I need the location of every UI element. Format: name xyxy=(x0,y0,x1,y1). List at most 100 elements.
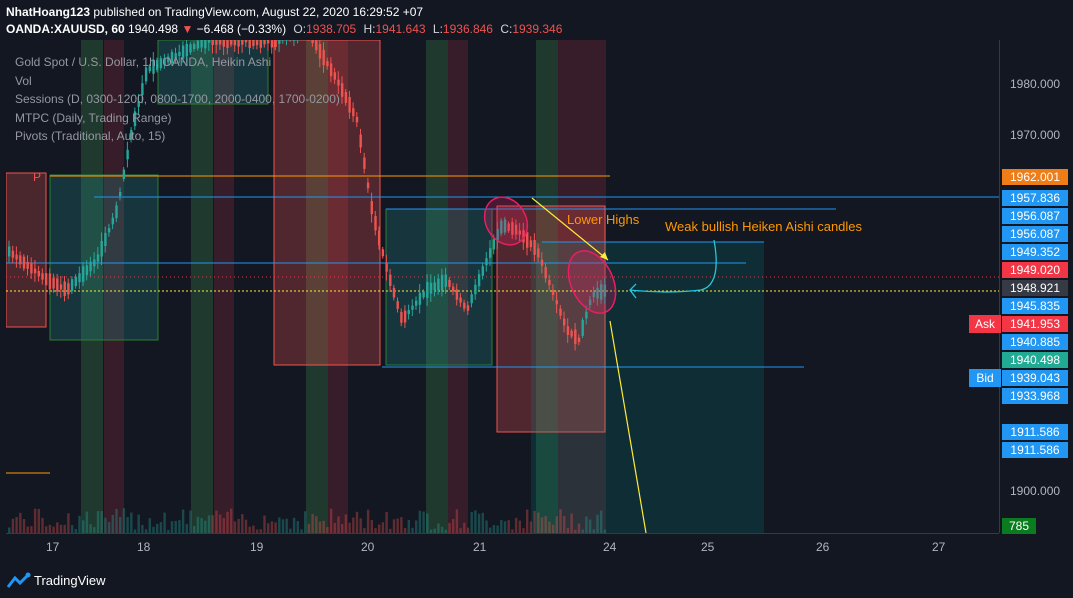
volume-bar xyxy=(529,521,533,533)
volume-bar xyxy=(111,514,114,533)
volume-bar xyxy=(415,520,418,533)
volume-bar xyxy=(15,517,18,533)
volume-bar xyxy=(540,517,544,533)
candle-body xyxy=(392,287,396,298)
symbol-name[interactable]: OANDA:XAUUSD, 60 xyxy=(6,22,125,36)
bid-label: Bid xyxy=(969,369,1001,387)
candle-body xyxy=(259,40,262,48)
price-change: −6.468 (−0.33%) xyxy=(196,22,287,36)
candle-body xyxy=(22,256,26,269)
chart-header: NhatHoang123 published on TradingView.co… xyxy=(0,0,1073,40)
candle-body xyxy=(544,267,547,279)
open-label: O: xyxy=(293,22,307,36)
candle-body xyxy=(370,201,373,215)
candle-body xyxy=(211,40,214,45)
candle-body xyxy=(292,40,296,41)
volume-bar xyxy=(156,523,159,533)
time-tick: 21 xyxy=(473,540,487,554)
candle-body xyxy=(477,274,481,287)
volume-bar xyxy=(348,522,351,533)
legend-title[interactable]: Gold Spot / U.S. Dollar, 1h, OANDA, Heik… xyxy=(15,53,340,72)
candle-body xyxy=(8,246,11,257)
candle-body xyxy=(207,40,211,43)
candle-body xyxy=(218,40,222,45)
time-tick: 24 xyxy=(603,540,617,554)
legend-pivots[interactable]: Pivots (Traditional, Auto, 15) xyxy=(15,127,340,146)
volume-bar xyxy=(244,519,248,533)
volume-bar xyxy=(448,522,451,533)
price-label: 1940.498 xyxy=(1002,352,1068,368)
candle-body xyxy=(248,40,251,48)
tradingview-logo-icon[interactable] xyxy=(6,572,32,590)
candle-body xyxy=(537,248,540,258)
volume-bar xyxy=(78,515,81,533)
candle-body xyxy=(37,270,40,277)
volume-bar xyxy=(107,522,111,533)
volume-bar xyxy=(381,522,385,533)
volume-bar xyxy=(385,512,388,533)
candle-body xyxy=(267,40,270,44)
volume-bar xyxy=(337,516,340,533)
candle-body xyxy=(233,40,237,46)
candle-body xyxy=(452,286,455,292)
volume-bar xyxy=(518,520,521,533)
volume-bar xyxy=(463,522,466,533)
candle-body xyxy=(577,337,581,342)
publisher-line: NhatHoang123 published on TradingView.co… xyxy=(6,5,423,19)
candle-body xyxy=(100,240,103,257)
candle-body xyxy=(385,263,388,272)
legend-mtpc[interactable]: MTPC (Daily, Trading Range) xyxy=(15,109,340,128)
candle-body xyxy=(270,40,274,48)
candle-body xyxy=(529,240,533,248)
volume-bar xyxy=(126,517,129,533)
candle-body xyxy=(230,40,233,45)
volume-bar xyxy=(563,516,566,533)
legend-volume[interactable]: Vol xyxy=(15,72,340,91)
volume-bar xyxy=(181,509,185,533)
brand-name[interactable]: TradingView xyxy=(34,573,106,588)
close-value: 1939.346 xyxy=(512,22,563,36)
candle-body xyxy=(311,40,314,44)
indicator-legend: Gold Spot / U.S. Dollar, 1h, OANDA, Heik… xyxy=(15,53,340,146)
candle-body xyxy=(548,279,551,286)
candle-body xyxy=(422,291,425,298)
volume-bar xyxy=(200,518,203,533)
candle-body xyxy=(440,274,444,291)
chart-pane[interactable]: Gold Spot / U.S. Dollar, 1h, OANDA, Heik… xyxy=(6,40,999,533)
candle-body xyxy=(200,40,203,48)
volume-bar xyxy=(559,509,562,533)
price-label: 785 xyxy=(1002,518,1036,534)
volume-bar xyxy=(322,520,325,533)
lower-highs-text[interactable]: Lower Highs xyxy=(567,212,639,227)
price-axis[interactable]: 1980.000 1970.000 1900.000 1962.001 1957.… xyxy=(999,40,1073,534)
volume-bar xyxy=(48,524,52,533)
candle-body xyxy=(474,284,477,295)
volume-bar xyxy=(507,520,510,533)
candle-body xyxy=(82,266,85,282)
candle-body xyxy=(555,300,558,305)
volume-bar xyxy=(311,513,314,533)
candle-body xyxy=(48,273,52,290)
publisher-user[interactable]: NhatHoang123 xyxy=(6,5,90,19)
volume-bar xyxy=(555,516,558,533)
volume-bar xyxy=(366,509,370,533)
candle-body xyxy=(396,301,399,309)
legend-sessions[interactable]: Sessions (D, 0300-1200, 0800-1700, 2000-… xyxy=(15,90,340,109)
volume-bar xyxy=(56,522,59,533)
price-label: 1956.087 xyxy=(1002,226,1068,242)
time-axis[interactable]: 17 18 19 20 21 24 25 26 27 xyxy=(6,533,999,559)
candle-body xyxy=(463,302,466,309)
volume-bar xyxy=(196,516,200,533)
volume-bar xyxy=(359,518,362,533)
low-value: 1936.846 xyxy=(442,22,493,36)
candle-body xyxy=(126,149,129,160)
volume-bar xyxy=(470,512,473,533)
volume-bar xyxy=(178,520,181,533)
volume-bar xyxy=(455,509,459,533)
last-price: 1940.498 xyxy=(128,22,179,36)
weak-bullish-text[interactable]: Weak bullish Heiken Aishi candles xyxy=(665,219,862,234)
volume-bar xyxy=(193,525,196,533)
open-value: 1938.705 xyxy=(306,22,357,36)
candle-body xyxy=(78,273,81,283)
volume-bar xyxy=(492,525,496,533)
